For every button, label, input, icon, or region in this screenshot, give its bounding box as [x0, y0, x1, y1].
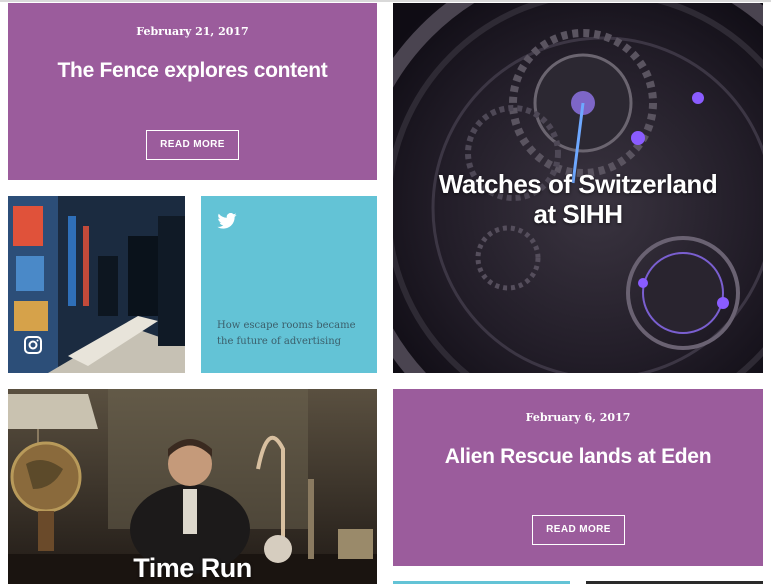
top-divider [0, 0, 771, 2]
card-escape-rooms-tweet[interactable]: How escape rooms became the future of ad… [201, 196, 377, 373]
card-title[interactable]: Alien Rescue lands at Eden [393, 445, 763, 469]
tweet-text[interactable]: How escape rooms became the future of ad… [217, 318, 362, 350]
card-time-run[interactable]: Time Run [8, 389, 377, 584]
read-more-button[interactable]: READ MORE [532, 515, 625, 545]
twitter-bird-icon [217, 213, 237, 229]
instagram-icon [24, 336, 42, 354]
card-instagram-post[interactable] [8, 196, 185, 373]
card-title[interactable]: Time Run [8, 551, 377, 584]
card-alien-rescue[interactable]: February 6, 2017 Alien Rescue lands at E… [393, 389, 763, 566]
card-title-line-2: at SIHH [533, 199, 623, 229]
read-more-button[interactable]: READ MORE [146, 130, 239, 160]
card-title-line-1: Watches of Switzerland [438, 169, 718, 199]
card-date: February 21, 2017 [136, 25, 249, 38]
card-title[interactable]: Watches of Switzerland at SIHH [393, 169, 763, 229]
card-the-fence[interactable]: February 21, 2017 The Fence explores con… [8, 3, 377, 180]
card-date: February 6, 2017 [525, 411, 631, 424]
card-watches[interactable]: Watches of Switzerland at SIHH [393, 3, 763, 373]
card-title[interactable]: The Fence explores content [8, 59, 377, 83]
